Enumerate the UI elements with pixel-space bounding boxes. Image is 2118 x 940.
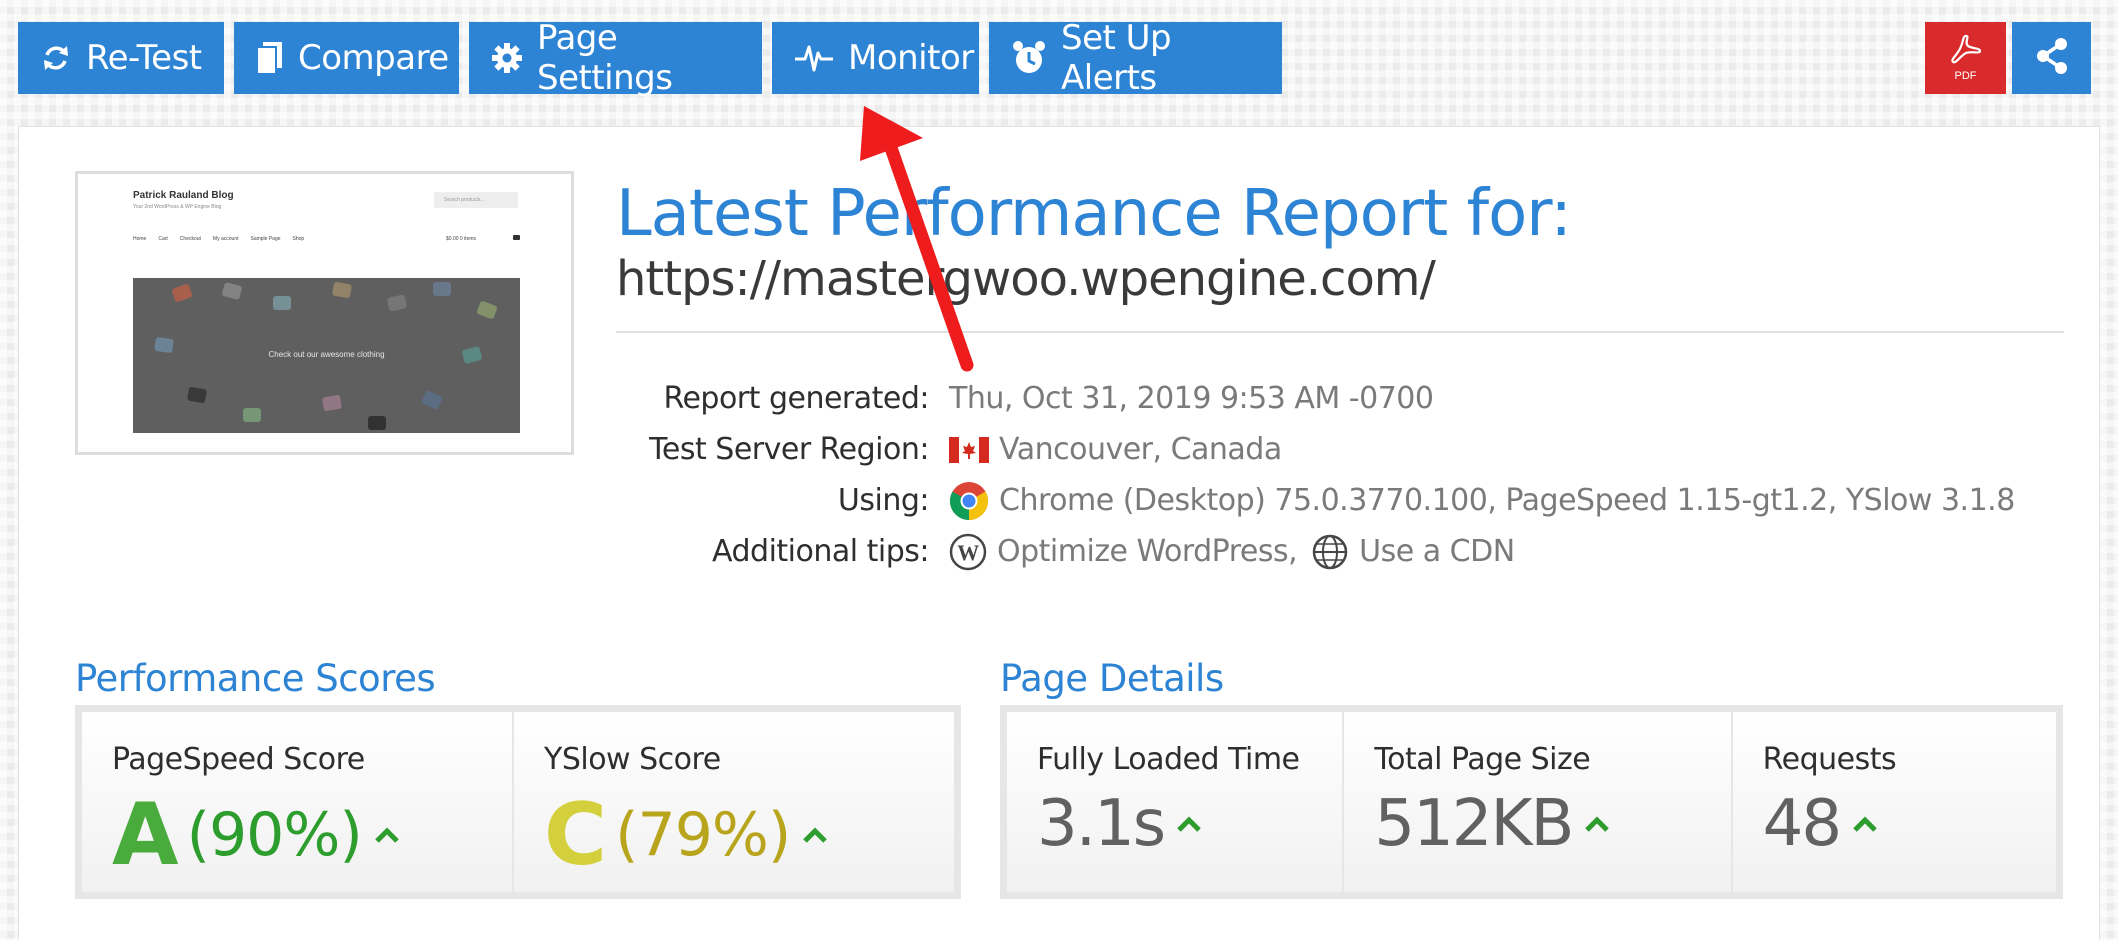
optimize-wordpress-link[interactable]: Optimize WordPress, [997, 534, 1298, 569]
pagespeed-score-cell[interactable]: PageSpeed Score A (90%) [82, 712, 512, 892]
thumbnail-hero-banner: Check out our awesome clothing [133, 278, 520, 433]
test-server-region-label: Test Server Region: [649, 432, 929, 467]
pdf-label: PDF [1954, 70, 1977, 82]
retest-label: Re-Test [86, 38, 202, 78]
yslow-score-label: YSlow Score [544, 742, 721, 777]
page-details-title: Page Details [1000, 657, 1224, 700]
thumbnail-nav-item: Sample Page [250, 236, 281, 242]
pulse-icon [794, 43, 834, 73]
using-value: Chrome (Desktop) 75.0.3770.100, PageSpee… [949, 481, 2015, 521]
performance-scores-panel: PageSpeed Score A (90%) YSlow Score C (7… [75, 705, 961, 899]
test-server-region-row: Test Server Region: Vancouver, Canada [579, 424, 2015, 475]
thumbnail-nav: Home Cart Checkout My account Sample Pag… [133, 236, 304, 242]
trend-up-icon [1584, 815, 1610, 833]
yslow-percent: (79%) [615, 800, 791, 870]
retest-button[interactable]: Re-Test [18, 22, 224, 94]
thumbnail-nav-item: Cart [158, 236, 168, 242]
requests-label: Requests [1762, 742, 1897, 777]
report-card: Patrick Rauland Blog Your 2nd WordPress … [18, 126, 2100, 940]
share-icon [2034, 36, 2070, 80]
alarm-clock-icon [1011, 40, 1047, 76]
yslow-grade: C [544, 785, 607, 885]
thumbnail-nav-item: Checkout [179, 236, 201, 242]
test-server-region-value: Vancouver, Canada [949, 432, 1282, 467]
using-row: Using: Chrome (Desktop) 75.0.3770.100, P… [579, 475, 2015, 526]
compare-button[interactable]: Compare [234, 22, 459, 94]
pagespeed-score-value: A (90%) [112, 792, 400, 878]
total-page-size-label: Total Page Size [1374, 742, 1591, 777]
report-generated-label: Report generated: [663, 381, 929, 416]
performance-scores-title: Performance Scores [75, 657, 436, 700]
monitor-button[interactable]: Monitor [772, 22, 979, 94]
thumbnail-nav-item: Shop [292, 236, 305, 242]
canada-flag-icon [949, 436, 989, 463]
thumbnail-page: Patrick Rauland Blog Your 2nd WordPress … [88, 178, 568, 448]
additional-tips-value: W Optimize WordPress, Use a CDN [949, 533, 1515, 571]
wordpress-icon: W [949, 533, 987, 571]
thumbnail-search: Search products… [434, 192, 518, 208]
thumbnail-cart: $0.00 0 items [446, 236, 477, 242]
trend-up-icon [802, 826, 828, 844]
fully-loaded-time-number: 3.1s [1037, 787, 1166, 861]
globe-icon [1311, 533, 1349, 571]
total-page-size-cell[interactable]: Total Page Size 512KB [1344, 712, 1731, 892]
pagespeed-grade: A [112, 785, 179, 885]
pdf-download-button[interactable]: PDF [1925, 22, 2006, 94]
thumbnail-tagline: Your 2nd WordPress & WP Engine Blog [133, 204, 222, 210]
total-page-size-number: 512KB [1374, 787, 1574, 861]
compare-label: Compare [298, 38, 449, 78]
share-button[interactable] [2012, 22, 2091, 94]
svg-text:W: W [957, 540, 979, 565]
using-text: Chrome (Desktop) 75.0.3770.100, PageSpee… [999, 483, 2015, 518]
divider [616, 331, 2064, 333]
region-text: Vancouver, Canada [999, 432, 1282, 467]
thumbnail-nav-item: My account [212, 236, 239, 242]
trend-up-icon [1852, 815, 1878, 833]
fully-loaded-time-label: Fully Loaded Time [1037, 742, 1300, 777]
additional-tips-row: Additional tips: W Optimize WordPress, U… [579, 526, 2015, 577]
report-generated-date: Thu, Oct 31, 2019 9:53 AM -0700 [949, 381, 1434, 416]
trend-up-icon [374, 826, 400, 844]
use-a-cdn-link[interactable]: Use a CDN [1359, 534, 1515, 569]
gear-icon [491, 42, 523, 74]
report-url[interactable]: https://mastergwoo.wpengine.com/ [616, 251, 1436, 307]
thumbnail-hero-text: Check out our awesome clothing [268, 350, 385, 359]
refresh-icon [40, 42, 72, 74]
pagespeed-percent: (90%) [186, 800, 363, 870]
report-info: Report generated: Thu, Oct 31, 2019 9:53… [579, 373, 2015, 577]
fully-loaded-time-cell[interactable]: Fully Loaded Time 3.1s [1007, 712, 1343, 892]
chrome-icon [949, 481, 989, 521]
copy-icon [256, 41, 284, 75]
requests-cell[interactable]: Requests 48 [1732, 712, 2056, 892]
requests-number: 48 [1762, 787, 1842, 861]
total-page-size-value: 512KB [1374, 792, 1610, 856]
toolbar: Re-Test Compare Page Settings Monitor Se… [18, 18, 1282, 98]
thumbnail-cart-icon [513, 235, 520, 240]
trend-up-icon [1176, 815, 1202, 833]
thumbnail-nav-item: Home [133, 236, 147, 242]
page-settings-label: Page Settings [537, 18, 673, 98]
report-generated-value: Thu, Oct 31, 2019 9:53 AM -0700 [949, 381, 1434, 416]
page-screenshot-thumbnail[interactable]: Patrick Rauland Blog Your 2nd WordPress … [75, 171, 574, 455]
set-up-alerts-button[interactable]: Set Up Alerts [989, 18, 1282, 98]
page-details-panel: Fully Loaded Time 3.1s Total Page Size 5… [1000, 705, 2063, 899]
report-generated-row: Report generated: Thu, Oct 31, 2019 9:53… [579, 373, 2015, 424]
yslow-score-value: C (79%) [544, 792, 828, 878]
requests-value: 48 [1763, 792, 1878, 856]
thumbnail-site-title: Patrick Rauland Blog [133, 190, 234, 201]
fully-loaded-time-value: 3.1s [1037, 792, 1202, 856]
pdf-icon [1949, 34, 1983, 68]
monitor-label: Monitor [848, 38, 974, 78]
page-settings-button[interactable]: Page Settings [469, 18, 762, 98]
using-label: Using: [837, 483, 930, 518]
yslow-score-cell[interactable]: YSlow Score C (79%) [514, 712, 954, 892]
additional-tips-label: Additional tips: [711, 534, 930, 569]
report-heading: Latest Performance Report for: [616, 177, 1572, 251]
pagespeed-score-label: PageSpeed Score [112, 742, 365, 777]
alerts-label: Set Up Alerts [1061, 18, 1172, 98]
